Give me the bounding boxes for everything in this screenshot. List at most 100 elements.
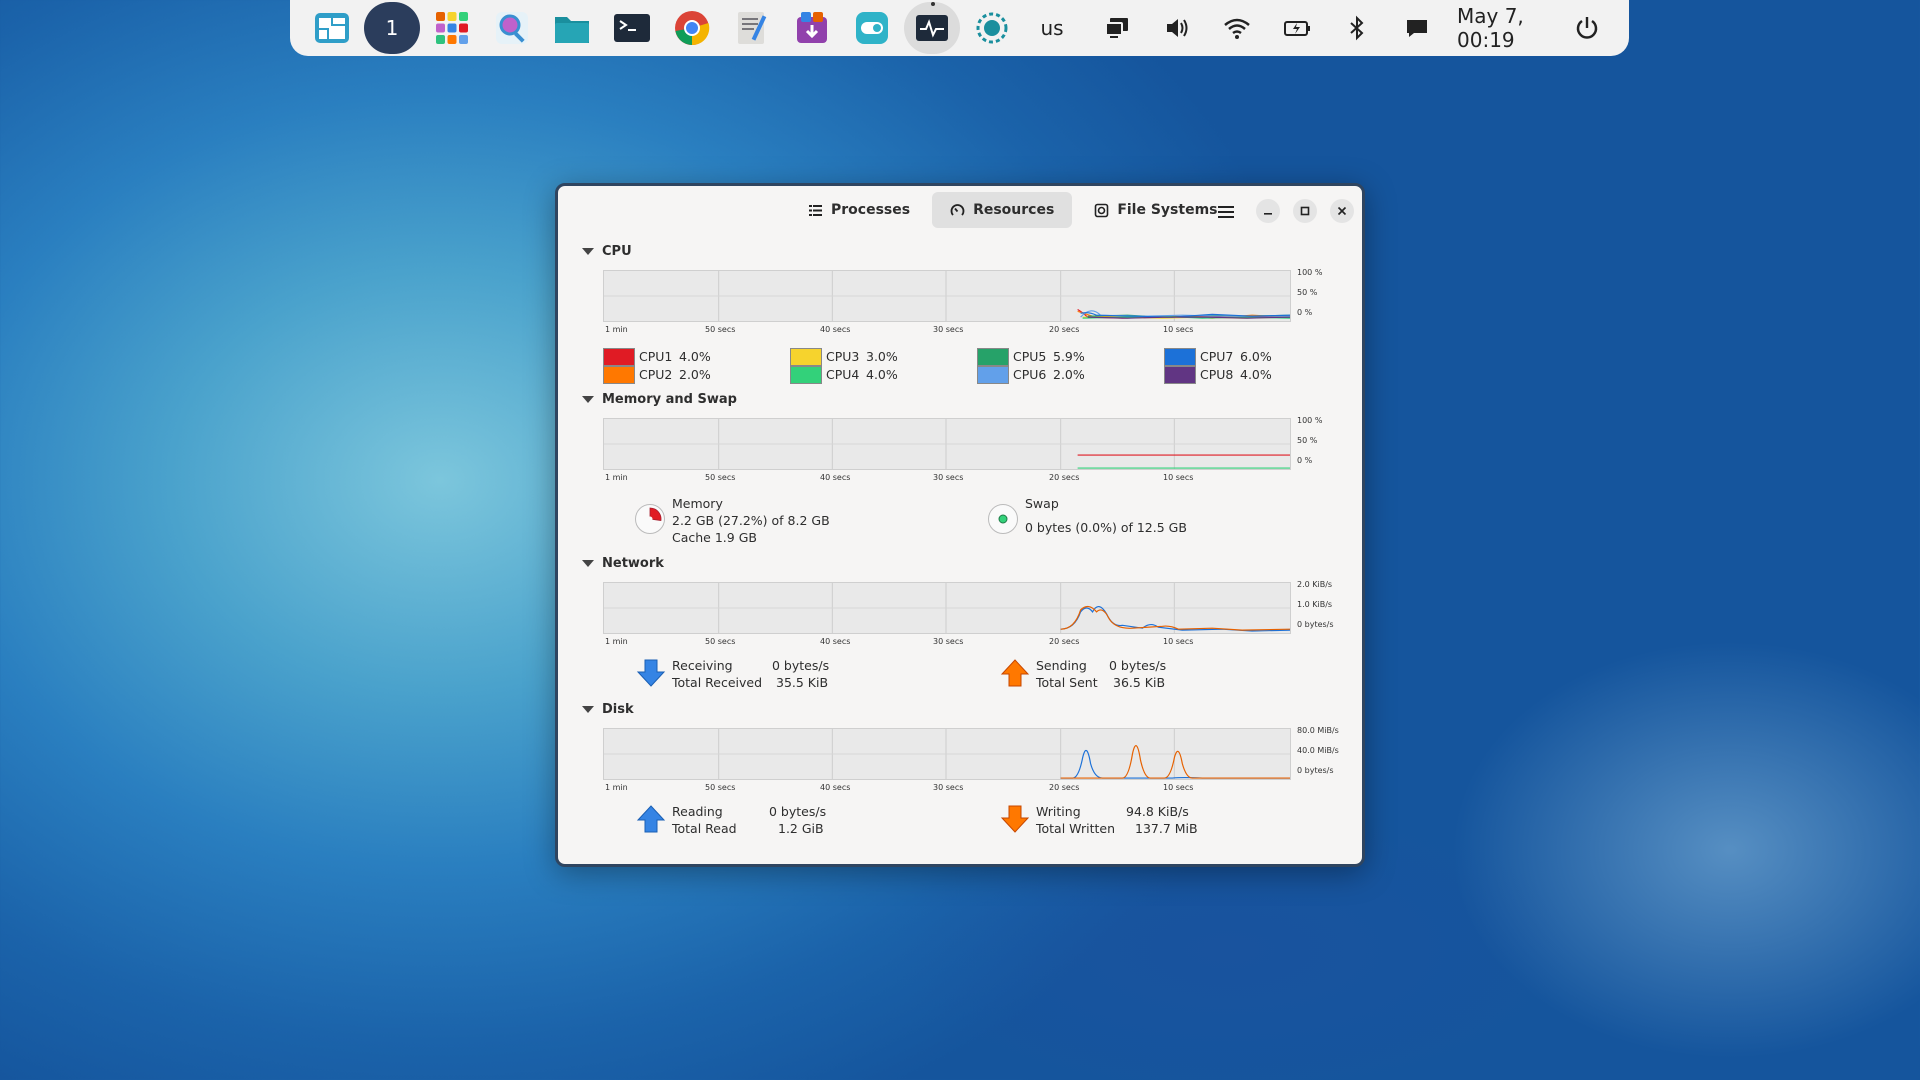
swap-pie-icon [998, 514, 1008, 524]
toggle-app-button[interactable] [842, 0, 902, 56]
x-axis-label: 30 secs [933, 637, 964, 646]
disk-section-expander[interactable]: Disk [582, 702, 634, 717]
minimize-icon [1264, 213, 1272, 215]
cpu-section-expander[interactable]: CPU [582, 244, 632, 259]
disk-graph-canvas [604, 729, 1290, 779]
close-button[interactable] [1330, 199, 1354, 223]
workspace-number: 1 [364, 2, 420, 54]
writing-arrow-icon [1000, 805, 1030, 833]
memory-pie-center [647, 516, 653, 522]
memory-history-graph [603, 418, 1291, 470]
x-axis-label: 20 secs [1049, 783, 1080, 792]
bluetooth-button[interactable] [1327, 0, 1387, 56]
maximize-button[interactable] [1293, 199, 1317, 223]
text-editor-app-button[interactable] [722, 0, 782, 56]
tab-resources-label: Resources [973, 202, 1055, 218]
cpu-core-name: CPU1 [639, 349, 673, 364]
power-icon [1576, 17, 1598, 39]
keyboard-layout-indicator[interactable]: us [1022, 0, 1082, 56]
cpu-core-usage: 4.0% [866, 367, 898, 382]
y-axis-label: 2.0 KiB/s [1297, 580, 1333, 589]
recording-indicator-button[interactable] [962, 0, 1022, 56]
wifi-icon [1224, 18, 1250, 39]
disk-history-graph [603, 728, 1291, 780]
system-monitor-app-button[interactable] [902, 0, 962, 56]
network-section-expander[interactable]: Network [582, 556, 664, 571]
x-axis-label: 20 secs [1049, 325, 1080, 334]
cpu-core-name: CPU7 [1200, 349, 1234, 364]
x-axis-label: 20 secs [1049, 473, 1080, 482]
terminal-icon [614, 14, 650, 42]
swap-value: 0 bytes (0.0%) of 12.5 GB [1025, 520, 1187, 535]
cpu-history-graph [603, 270, 1291, 322]
x-axis-label: 40 secs [820, 473, 851, 482]
chrome-app-button[interactable] [662, 0, 722, 56]
power-button[interactable] [1557, 0, 1617, 56]
bluetooth-icon [1350, 15, 1364, 41]
volume-button[interactable] [1147, 0, 1207, 56]
app-grid-button[interactable] [422, 0, 482, 56]
x-axis-label: 40 secs [820, 325, 851, 334]
cpu-graph-canvas [604, 271, 1290, 321]
network-history-graph [603, 582, 1291, 634]
cpu-color-swatch[interactable] [1164, 348, 1196, 366]
notifications-button[interactable] [1387, 0, 1447, 56]
receiving-label: Receiving [672, 658, 733, 673]
expander-arrow-icon [582, 248, 594, 255]
writing-label: Writing [1036, 804, 1081, 819]
cpu-color-swatch[interactable] [603, 366, 635, 384]
system-monitor-icon [916, 15, 948, 41]
disk-section-title: Disk [602, 702, 634, 717]
expander-arrow-icon [582, 396, 594, 403]
clock-button[interactable]: May 7, 00:19 [1447, 0, 1557, 56]
main-menu-button[interactable] [1212, 198, 1240, 226]
display-button[interactable] [1087, 0, 1147, 56]
maximize-icon [1300, 206, 1310, 216]
app-grid-icon [436, 12, 468, 44]
cpu-core-name: CPU6 [1013, 367, 1047, 382]
x-axis-label: 50 secs [705, 783, 736, 792]
reading-label: Reading [672, 804, 723, 819]
x-axis-label: 50 secs [705, 325, 736, 334]
disk-icon [1095, 203, 1109, 217]
sending-line [1060, 605, 1290, 631]
software-app-button[interactable] [782, 0, 842, 56]
tab-processes[interactable]: Processes [790, 192, 928, 228]
receiving-arrow-icon [636, 659, 666, 687]
workspace-indicator[interactable]: 1 [362, 0, 422, 56]
memory-section-title: Memory and Swap [602, 392, 737, 407]
clock-label: May 7, 00:19 [1457, 4, 1524, 52]
y-axis-label: 0 bytes/s [1297, 766, 1334, 775]
writing-value: 94.8 KiB/s [1126, 804, 1189, 819]
memory-section-expander[interactable]: Memory and Swap [582, 392, 737, 407]
receiving-value: 0 bytes/s [772, 658, 830, 673]
tab-resources[interactable]: Resources [932, 192, 1073, 228]
swap-label: Swap [1025, 496, 1059, 511]
cpu-color-swatch[interactable] [603, 348, 635, 366]
cpu-color-swatch[interactable] [977, 348, 1009, 366]
cpu-color-swatch[interactable] [977, 366, 1009, 384]
total-read-value: 1.2 GiB [778, 821, 824, 836]
x-axis-label: 1 min [605, 473, 628, 482]
cpu-color-swatch[interactable] [790, 366, 822, 384]
terminal-app-button[interactable] [602, 0, 662, 56]
chat-bubble-icon [1407, 20, 1427, 37]
sending-arrow-icon [1000, 659, 1030, 687]
y-axis-label: 100 % [1297, 268, 1323, 277]
cpu-color-swatch[interactable] [790, 348, 822, 366]
wifi-button[interactable] [1207, 0, 1267, 56]
y-axis-label: 50 % [1297, 288, 1318, 297]
cpu-core-usage: 4.0% [679, 349, 711, 364]
recording-icon [976, 12, 1008, 44]
minimize-button[interactable] [1256, 199, 1280, 223]
net-graph-canvas [604, 583, 1290, 633]
cpu-color-swatch[interactable] [1164, 366, 1196, 384]
cpu-core-usage: 6.0% [1240, 349, 1272, 364]
search-app-button[interactable] [482, 0, 542, 56]
battery-button[interactable] [1267, 0, 1327, 56]
files-app-button[interactable] [542, 0, 602, 56]
workspace-overview-button[interactable] [302, 0, 362, 56]
y-axis-label: 0 % [1297, 308, 1313, 317]
tab-processes-label: Processes [831, 202, 911, 218]
header-bar[interactable]: Processes Resources File Systems [558, 186, 1362, 238]
